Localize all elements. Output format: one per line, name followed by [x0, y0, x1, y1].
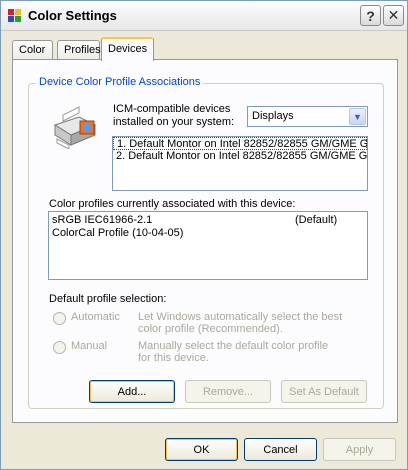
automatic-description-line1: Let Windows automatically select the bes…: [138, 311, 343, 323]
profile-name: ColorCal Profile (10-04-05): [52, 227, 184, 239]
add-profile-button[interactable]: Add...: [89, 380, 175, 403]
group-legend: Device Color Profile Associations: [36, 76, 204, 88]
device-type-value: Displays: [252, 110, 294, 122]
color-settings-window: Color Settings ? ✕ Color Profiles Device…: [0, 0, 408, 470]
profiles-label: Color profiles currently associated with…: [49, 198, 296, 210]
profiles-list[interactable]: sRGB IEC61966-2.1 (Default) ColorCal Pro…: [48, 211, 368, 280]
devices-label-line2: installed on your system:: [113, 116, 235, 128]
automatic-radio[interactable]: [53, 312, 66, 325]
device-printer-icon: [53, 106, 97, 149]
close-icon: ✕: [387, 7, 400, 23]
manual-radio[interactable]: [53, 341, 66, 354]
tab-devices[interactable]: Devices: [101, 37, 154, 61]
profile-list-item[interactable]: ColorCal Profile (10-04-05): [49, 227, 367, 240]
tab-profiles[interactable]: Profiles: [57, 40, 101, 60]
cancel-button[interactable]: Cancel: [244, 438, 317, 461]
devices-label-line1: ICM-compatible devices: [113, 103, 231, 115]
help-icon: ?: [366, 7, 375, 24]
automatic-description-line2: color profile (Recommended).: [138, 323, 283, 335]
default-selection-label: Default profile selection:: [49, 293, 167, 305]
profile-default-tag: (Default): [295, 214, 338, 226]
manual-radio-label[interactable]: Manual: [71, 340, 107, 352]
close-button[interactable]: ✕: [383, 5, 404, 26]
set-as-default-button[interactable]: Set As Default: [281, 380, 367, 403]
devices-list[interactable]: 1. Default Montor on Intel 82852/82855 G…: [112, 136, 368, 191]
manual-description-line2: for this device.: [138, 352, 209, 364]
automatic-radio-label[interactable]: Automatic: [71, 311, 120, 323]
help-button[interactable]: ?: [360, 5, 381, 26]
chevron-down-icon[interactable]: ▼: [349, 108, 366, 125]
remove-profile-button[interactable]: Remove...: [185, 380, 271, 403]
window-title: Color Settings: [28, 8, 117, 23]
profile-list-item[interactable]: sRGB IEC61966-2.1 (Default): [49, 214, 367, 227]
device-list-item[interactable]: 2. Default Montor on Intel 82852/82855 G…: [113, 150, 367, 163]
ok-button[interactable]: OK: [165, 438, 238, 461]
device-type-select[interactable]: Displays ▼: [247, 106, 368, 127]
color-settings-app-icon: [8, 9, 21, 22]
title-bar[interactable]: Color Settings ? ✕: [1, 1, 407, 31]
apply-button[interactable]: Apply: [323, 438, 396, 461]
device-list-item[interactable]: 1. Default Montor on Intel 82852/82855 G…: [113, 137, 367, 150]
tab-color[interactable]: Color: [12, 40, 53, 60]
profile-name: sRGB IEC61966-2.1: [52, 214, 153, 226]
manual-description-line1: Manually select the default color profil…: [138, 340, 329, 352]
